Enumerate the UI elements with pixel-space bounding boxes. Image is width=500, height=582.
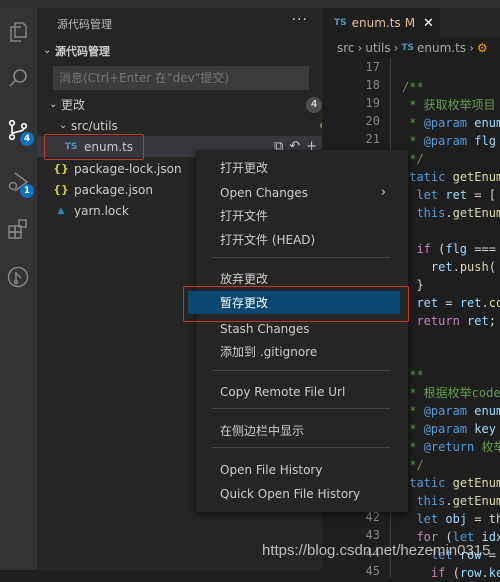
menu-item-open-file-head[interactable]: 打开文件 (HEAD) xyxy=(196,228,408,251)
explorer-button[interactable] xyxy=(4,18,32,46)
code-line: * 根据枚举code xyxy=(402,386,500,400)
menu-item-label: Open Changes xyxy=(220,185,309,200)
typescript-file-icon: TS xyxy=(64,141,78,152)
menu-item-discard-changes[interactable]: 放弃更改 xyxy=(196,267,408,290)
sidebar-title: 源代码管理 xyxy=(57,18,112,31)
line-number: 43 xyxy=(365,528,380,542)
more-actions-button[interactable]: ··· xyxy=(292,12,308,28)
code-line: * @param enum xyxy=(402,404,500,418)
json-file-icon: {} xyxy=(53,183,69,196)
changes-label: 更改 xyxy=(61,98,86,112)
file-name: package.json xyxy=(74,182,154,197)
breadcrumb-item[interactable]: src xyxy=(337,41,355,55)
title-bar xyxy=(0,0,500,8)
menu-separator xyxy=(212,447,390,448)
menu-item-stage-changes[interactable]: 暂存更改 xyxy=(188,291,400,314)
breadcrumb-item[interactable]: enum.ts xyxy=(417,41,466,55)
files-icon xyxy=(10,22,27,42)
debug-badge: 1 xyxy=(20,184,34,198)
code-line: this.getEnum xyxy=(416,206,500,220)
search-icon xyxy=(9,69,27,87)
code-line: * @param enum xyxy=(402,116,500,130)
code-line: let ret = [ xyxy=(416,188,496,202)
menu-item-add-to-gitignore[interactable]: 添加到 .gitignore xyxy=(196,340,408,363)
menu-separator xyxy=(212,408,390,409)
code-line: * @param key xyxy=(402,422,496,436)
json-file-icon: {} xyxy=(53,162,69,175)
line-number: 19 xyxy=(365,96,380,110)
class-symbol-icon[interactable]: ⚙ xyxy=(477,41,488,55)
tab-bar: TS enum.ts M ✕ xyxy=(322,8,500,38)
line-number: 17 xyxy=(365,60,380,74)
typescript-file-icon: TS xyxy=(334,18,347,28)
extensions-button[interactable] xyxy=(4,215,32,243)
chevron-right-icon: › xyxy=(393,41,399,55)
code-line: ret.push( xyxy=(430,260,496,274)
code-line: ret = ret.co xyxy=(416,296,500,310)
line-number: 42 xyxy=(365,510,380,524)
file-name: package-lock.json xyxy=(74,161,182,176)
code-line: static getEnum xyxy=(402,170,500,184)
menu-item-reveal-in-sidebar[interactable]: 在侧边栏中显示 xyxy=(196,419,408,442)
menu-separator xyxy=(212,257,390,258)
menu-item-open-changes[interactable]: Open Changes › xyxy=(196,181,408,204)
menu-item-open-file[interactable]: 打开文件 xyxy=(196,204,408,227)
close-icon[interactable]: ✕ xyxy=(423,16,434,31)
code-line: if (flg === xyxy=(416,242,496,256)
tab-enum-ts[interactable]: TS enum.ts M ✕ xyxy=(322,8,440,38)
code-line: return ret; xyxy=(416,314,496,328)
code-line: if (row.ke xyxy=(430,566,500,580)
file-name: enum.ts xyxy=(84,139,134,154)
scm-section-header[interactable]: ⌄ 源代码管理 xyxy=(37,40,328,61)
line-number: 20 xyxy=(365,114,380,128)
source-control-button[interactable]: 4 xyxy=(4,116,34,146)
folder-name: src/utils xyxy=(71,118,118,133)
git-graph-button[interactable] xyxy=(4,263,32,291)
typescript-file-icon: TS xyxy=(401,43,415,53)
changes-count-badge: 4 xyxy=(306,96,322,113)
git-graph-icon xyxy=(7,266,29,288)
chevron-down-icon: ⌄ xyxy=(43,45,52,56)
code-line: this.getEnum xyxy=(416,494,500,508)
file-name: yarn.lock xyxy=(74,203,129,218)
activity-bar: 4 1 xyxy=(0,8,37,570)
search-button[interactable] xyxy=(4,64,32,92)
tab-label: enum.ts xyxy=(351,16,401,30)
context-menu: 打开更改 Open Changes › 打开文件 打开文件 (HEAD) 放弃更… xyxy=(188,150,408,512)
chevron-right-icon: › xyxy=(357,41,363,55)
line-number: 21 xyxy=(365,132,380,146)
section-title: 源代码管理 xyxy=(55,44,110,58)
commit-message-input[interactable] xyxy=(53,66,309,90)
chevron-down-icon: ⌄ xyxy=(59,120,68,131)
folder-row[interactable]: ⌄ src/utils xyxy=(37,115,344,136)
code-line: static getEnum xyxy=(402,476,500,490)
tab-modified-status: M xyxy=(404,16,416,30)
changes-group[interactable]: ⌄ 更改 4 xyxy=(37,94,334,115)
menu-item-quick-open-file-history[interactable]: Quick Open File History xyxy=(196,482,408,505)
menu-item-stash-changes[interactable]: Stash Changes xyxy=(196,317,408,340)
extensions-icon xyxy=(8,219,27,239)
line-number: 45 xyxy=(365,564,380,578)
chevron-down-icon: ⌄ xyxy=(49,99,58,110)
menu-item-open-file-history[interactable]: Open File History xyxy=(196,458,408,481)
chevron-right-icon: › xyxy=(469,41,474,55)
code-line: /** xyxy=(402,80,424,94)
menu-separator xyxy=(212,370,390,371)
code-line: * @return 枚举 xyxy=(402,440,500,454)
breadcrumb: src › utils › TS enum.ts › ⚙ xyxy=(337,41,488,55)
yarn-file-icon: ▲ xyxy=(57,205,65,216)
breadcrumb-item[interactable]: utils xyxy=(365,41,390,55)
code-line: let obj = th xyxy=(416,512,500,526)
watermark: https://blog.csdn.net/hezemin0315 xyxy=(262,542,491,559)
chevron-right-icon: › xyxy=(380,185,386,200)
code-line: * @param flg xyxy=(402,134,496,148)
menu-item-copy-remote-url[interactable]: Copy Remote File Url xyxy=(196,380,408,403)
debug-button[interactable]: 1 xyxy=(4,168,34,198)
code-line: * 获取枚举项目 xyxy=(402,98,496,112)
source-control-badge: 4 xyxy=(20,132,34,146)
line-number: 18 xyxy=(365,78,380,92)
menu-item-open-changes-zh[interactable]: 打开更改 xyxy=(196,156,408,179)
